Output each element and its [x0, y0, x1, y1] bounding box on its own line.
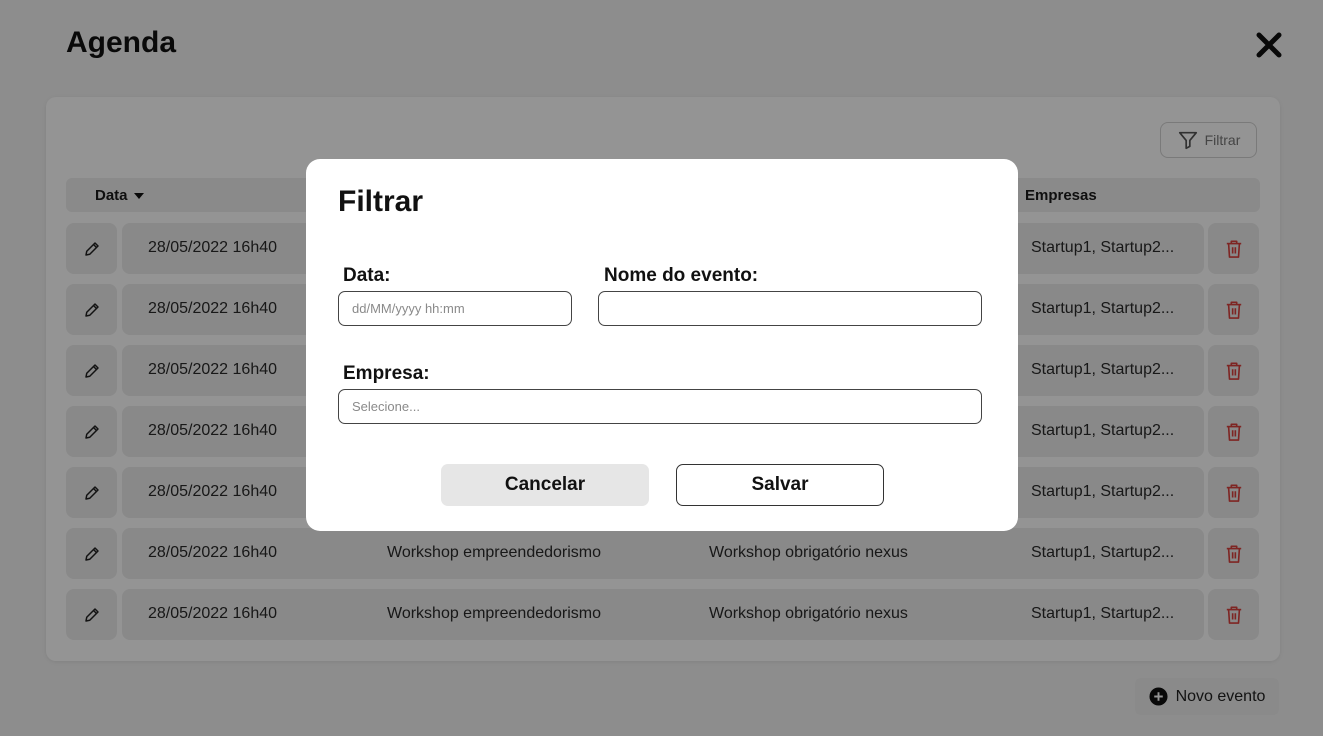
filter-modal: Filtrar Data: Nome do evento: Empresa: C… — [306, 159, 1018, 531]
event-name-input[interactable] — [598, 291, 982, 326]
cancel-button[interactable]: Cancelar — [441, 464, 649, 506]
event-name-label: Nome do evento: — [604, 265, 759, 286]
company-select[interactable] — [338, 389, 982, 424]
date-input[interactable] — [338, 291, 572, 326]
date-label: Data: — [343, 265, 391, 286]
company-label: Empresa: — [343, 363, 430, 384]
modal-title: Filtrar — [338, 185, 424, 218]
save-button[interactable]: Salvar — [676, 464, 884, 506]
